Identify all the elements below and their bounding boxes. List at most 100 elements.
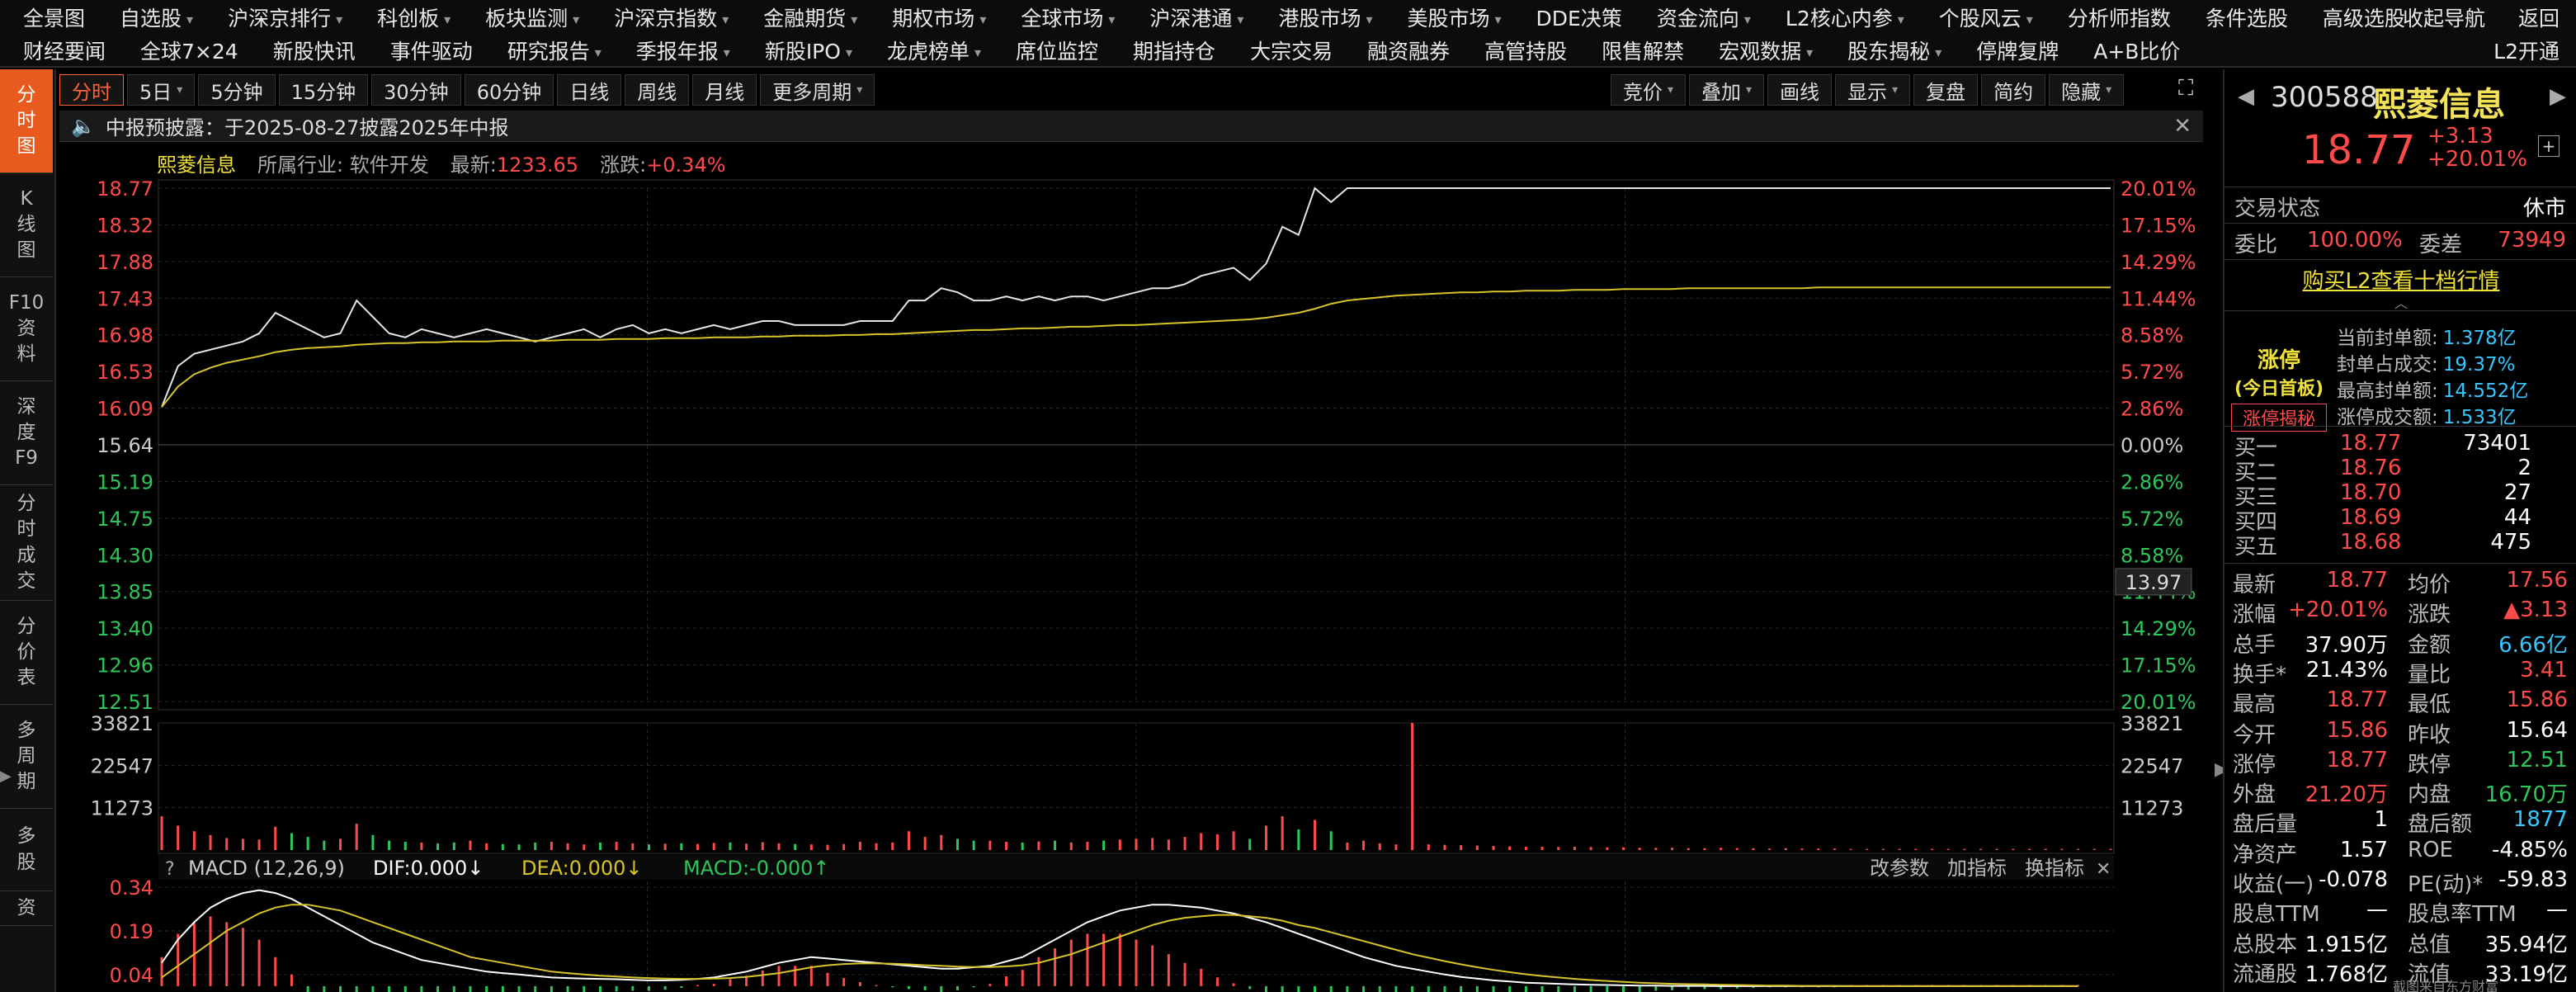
stat-label: 总手 xyxy=(2233,632,2276,658)
add-icon[interactable]: + xyxy=(2538,135,2559,157)
price-tick-label: 17.88 xyxy=(97,251,153,274)
period-tab-6[interactable]: 日线 xyxy=(557,74,622,106)
menu1-item-11[interactable]: 美股市场 xyxy=(1407,2,1501,32)
price-tick-label: 16.09 xyxy=(97,398,153,421)
menu2-item-11[interactable]: 融资融券 xyxy=(1367,35,1450,65)
macd-close-icon[interactable]: ✕ xyxy=(2096,859,2111,880)
orderbook-row[interactable]: 买一 18.77 73401 xyxy=(2225,431,2576,461)
sidebar-tab-1[interactable]: K 线 图 xyxy=(0,173,53,277)
period-tab-5[interactable]: 60分钟 xyxy=(464,74,554,106)
macd-button-1[interactable]: 加指标 xyxy=(1947,857,2007,880)
menu2-item-3[interactable]: 事件驱动 xyxy=(390,35,473,65)
menu2-item-15[interactable]: 股东揭秘 xyxy=(1847,35,1941,65)
stat-label: 盘后额 xyxy=(2408,812,2473,838)
menu2-item-14[interactable]: 宏观数据 xyxy=(1719,35,1813,65)
menu1-item-13[interactable]: 资金流向 xyxy=(1657,2,1751,32)
period-tab-8[interactable]: 月线 xyxy=(692,74,757,106)
stat-label: 内盘 xyxy=(2408,782,2451,808)
macd-value: MACD:-0.000↑ xyxy=(683,857,830,880)
menu1-item-2[interactable]: 沪深京排行 xyxy=(228,2,342,32)
menu1-item-17[interactable]: 条件选股 xyxy=(2206,2,2288,32)
tool-button-4[interactable]: 复盘 xyxy=(1913,74,1979,106)
menu2-item-1[interactable]: 全球7×24 xyxy=(140,35,238,65)
menu2-item-2[interactable]: 新股快讯 xyxy=(273,35,356,65)
menu1-item-14[interactable]: L2核心内参 xyxy=(1786,2,1904,32)
menu1-right-0[interactable]: 收起导航 xyxy=(2403,2,2485,32)
menu1-right-1[interactable]: 返回 xyxy=(2518,2,2559,32)
stat-label: 今开 xyxy=(2233,722,2276,748)
prev-stock-icon[interactable]: ◀ xyxy=(2238,84,2254,109)
stat-label: 金额 xyxy=(2408,632,2451,658)
menu1-item-7[interactable]: 期权市场 xyxy=(892,2,986,32)
menu2-item-5[interactable]: 季报年报 xyxy=(636,35,730,65)
buy-l2-link[interactable]: 购买L2查看十档行情 xyxy=(2302,269,2499,294)
period-tab-1[interactable]: 5日 xyxy=(127,74,196,106)
menu2-item-8[interactable]: 席位监控 xyxy=(1016,35,1098,65)
limit-up-reveal-button[interactable]: 涨停揭秘 xyxy=(2231,404,2327,432)
menu2-item-13[interactable]: 限售解禁 xyxy=(1602,35,1684,65)
stat-label: 涨幅 xyxy=(2233,602,2276,628)
tool-button-3[interactable]: 显示 xyxy=(1835,74,1911,106)
status-value: 休市 xyxy=(2522,196,2566,221)
stat-label: 量比 xyxy=(2408,662,2451,687)
fullscreen-icon[interactable]: ⛶ xyxy=(2178,76,2193,102)
period-tab-4[interactable]: 30分钟 xyxy=(371,74,461,106)
tool-button-1[interactable]: 叠加 xyxy=(1689,74,1765,106)
tool-button-0[interactable]: 竞价 xyxy=(1611,74,1687,106)
tool-button-6[interactable]: 隐藏 xyxy=(2049,74,2125,106)
period-tab-7[interactable]: 周线 xyxy=(625,74,690,106)
menu1-item-4[interactable]: 板块监测 xyxy=(485,2,579,32)
tool-button-5[interactable]: 简约 xyxy=(1981,74,2046,106)
macd-button-0[interactable]: 改参数 xyxy=(1870,857,1929,880)
orderbook-price: 18.76 xyxy=(2340,456,2402,480)
menu1-item-3[interactable]: 科创板 xyxy=(377,2,451,32)
menu1-item-10[interactable]: 港股市场 xyxy=(1278,2,1372,32)
menu1-item-8[interactable]: 全球市场 xyxy=(1021,2,1115,32)
menu2-item-6[interactable]: 新股IPO xyxy=(765,35,852,65)
limit-up-row: 最高封单额: 14.552亿 xyxy=(2337,375,2576,402)
menu1-item-5[interactable]: 沪深京指数 xyxy=(614,2,729,32)
menu2-item-4[interactable]: 研究报告 xyxy=(507,35,602,65)
period-tab-9[interactable]: 更多周期 xyxy=(760,74,875,106)
menu2-right-0[interactable]: L2开通 xyxy=(2493,35,2559,65)
orderbook-row[interactable]: 买三 18.70 27 xyxy=(2225,480,2576,510)
menu1-item-9[interactable]: 沪深港通 xyxy=(1149,2,1243,32)
menu2-item-12[interactable]: 高管持股 xyxy=(1484,35,1567,65)
menu1-item-16[interactable]: 分析师指数 xyxy=(2068,2,2171,32)
period-tab-3[interactable]: 15分钟 xyxy=(278,74,369,106)
menu1-item-6[interactable]: 金融期货 xyxy=(763,2,857,32)
menu1-item-0[interactable]: 全景图 xyxy=(23,2,85,32)
limit-up-row-value: 1.378亿 xyxy=(2442,328,2517,349)
sidebar-tab-2[interactable]: F10 资 料 xyxy=(0,277,53,381)
sidebar-tab-4[interactable]: 分 时 成 交 xyxy=(0,485,53,601)
menu2-item-10[interactable]: 大宗交易 xyxy=(1250,35,1333,65)
chart-svg[interactable]: 18.77 20.01% 18.32 17.15% 17.88 14.29% 17.43 11… xyxy=(59,168,2211,992)
menu2-item-7[interactable]: 龙虎榜单 xyxy=(887,35,981,65)
menu2-item-9[interactable]: 期指持仓 xyxy=(1133,35,1215,65)
sidebar-tab-0[interactable]: 分 时 图 xyxy=(0,69,53,173)
tool-button-2[interactable]: 画线 xyxy=(1767,74,1833,106)
menu2-item-16[interactable]: 停牌复牌 xyxy=(1976,35,2059,65)
sidebar-tab-8[interactable]: 资 xyxy=(0,891,53,926)
close-icon[interactable]: ✕ xyxy=(2173,114,2191,139)
next-stock-icon[interactable]: ▶ xyxy=(2550,84,2566,109)
stat-row: 涨幅 +20.01% 涨跌 ▲3.13 xyxy=(2225,598,2576,627)
orderbook-row[interactable]: 买五 18.68 475 xyxy=(2225,530,2576,560)
expand-left-icon[interactable]: ▶ xyxy=(0,768,12,801)
macd-button-2[interactable]: 换指标 xyxy=(2025,857,2084,880)
period-tab-0[interactable]: 分时 xyxy=(59,74,124,106)
menu1-item-1[interactable]: 自选股 xyxy=(120,2,193,32)
sidebar-tab-7[interactable]: 多 股 xyxy=(0,809,53,891)
orderbook-row[interactable]: 买二 18.76 2 xyxy=(2225,456,2576,485)
menu2-item-17[interactable]: A+B比价 xyxy=(2093,35,2180,65)
intraday-chart[interactable]: 18.77 20.01% 18.32 17.15% 17.88 14.29% 17.43 11… xyxy=(59,168,2211,992)
period-tab-2[interactable]: 5分钟 xyxy=(198,74,276,106)
macd-help-icon: ? xyxy=(165,859,175,880)
menu2-item-0[interactable]: 财经要闻 xyxy=(23,35,106,65)
menu1-item-15[interactable]: 个股风云 xyxy=(1939,2,2033,32)
sidebar-tab-5[interactable]: 分 价 表 xyxy=(0,601,53,705)
menu1-item-12[interactable]: DDE决策 xyxy=(1536,2,1622,32)
collapse-up-icon[interactable]: ︿ xyxy=(2225,292,2576,311)
sidebar-tab-3[interactable]: 深 度 F9 xyxy=(0,381,53,485)
orderbook-row[interactable]: 买四 18.69 44 xyxy=(2225,505,2576,535)
